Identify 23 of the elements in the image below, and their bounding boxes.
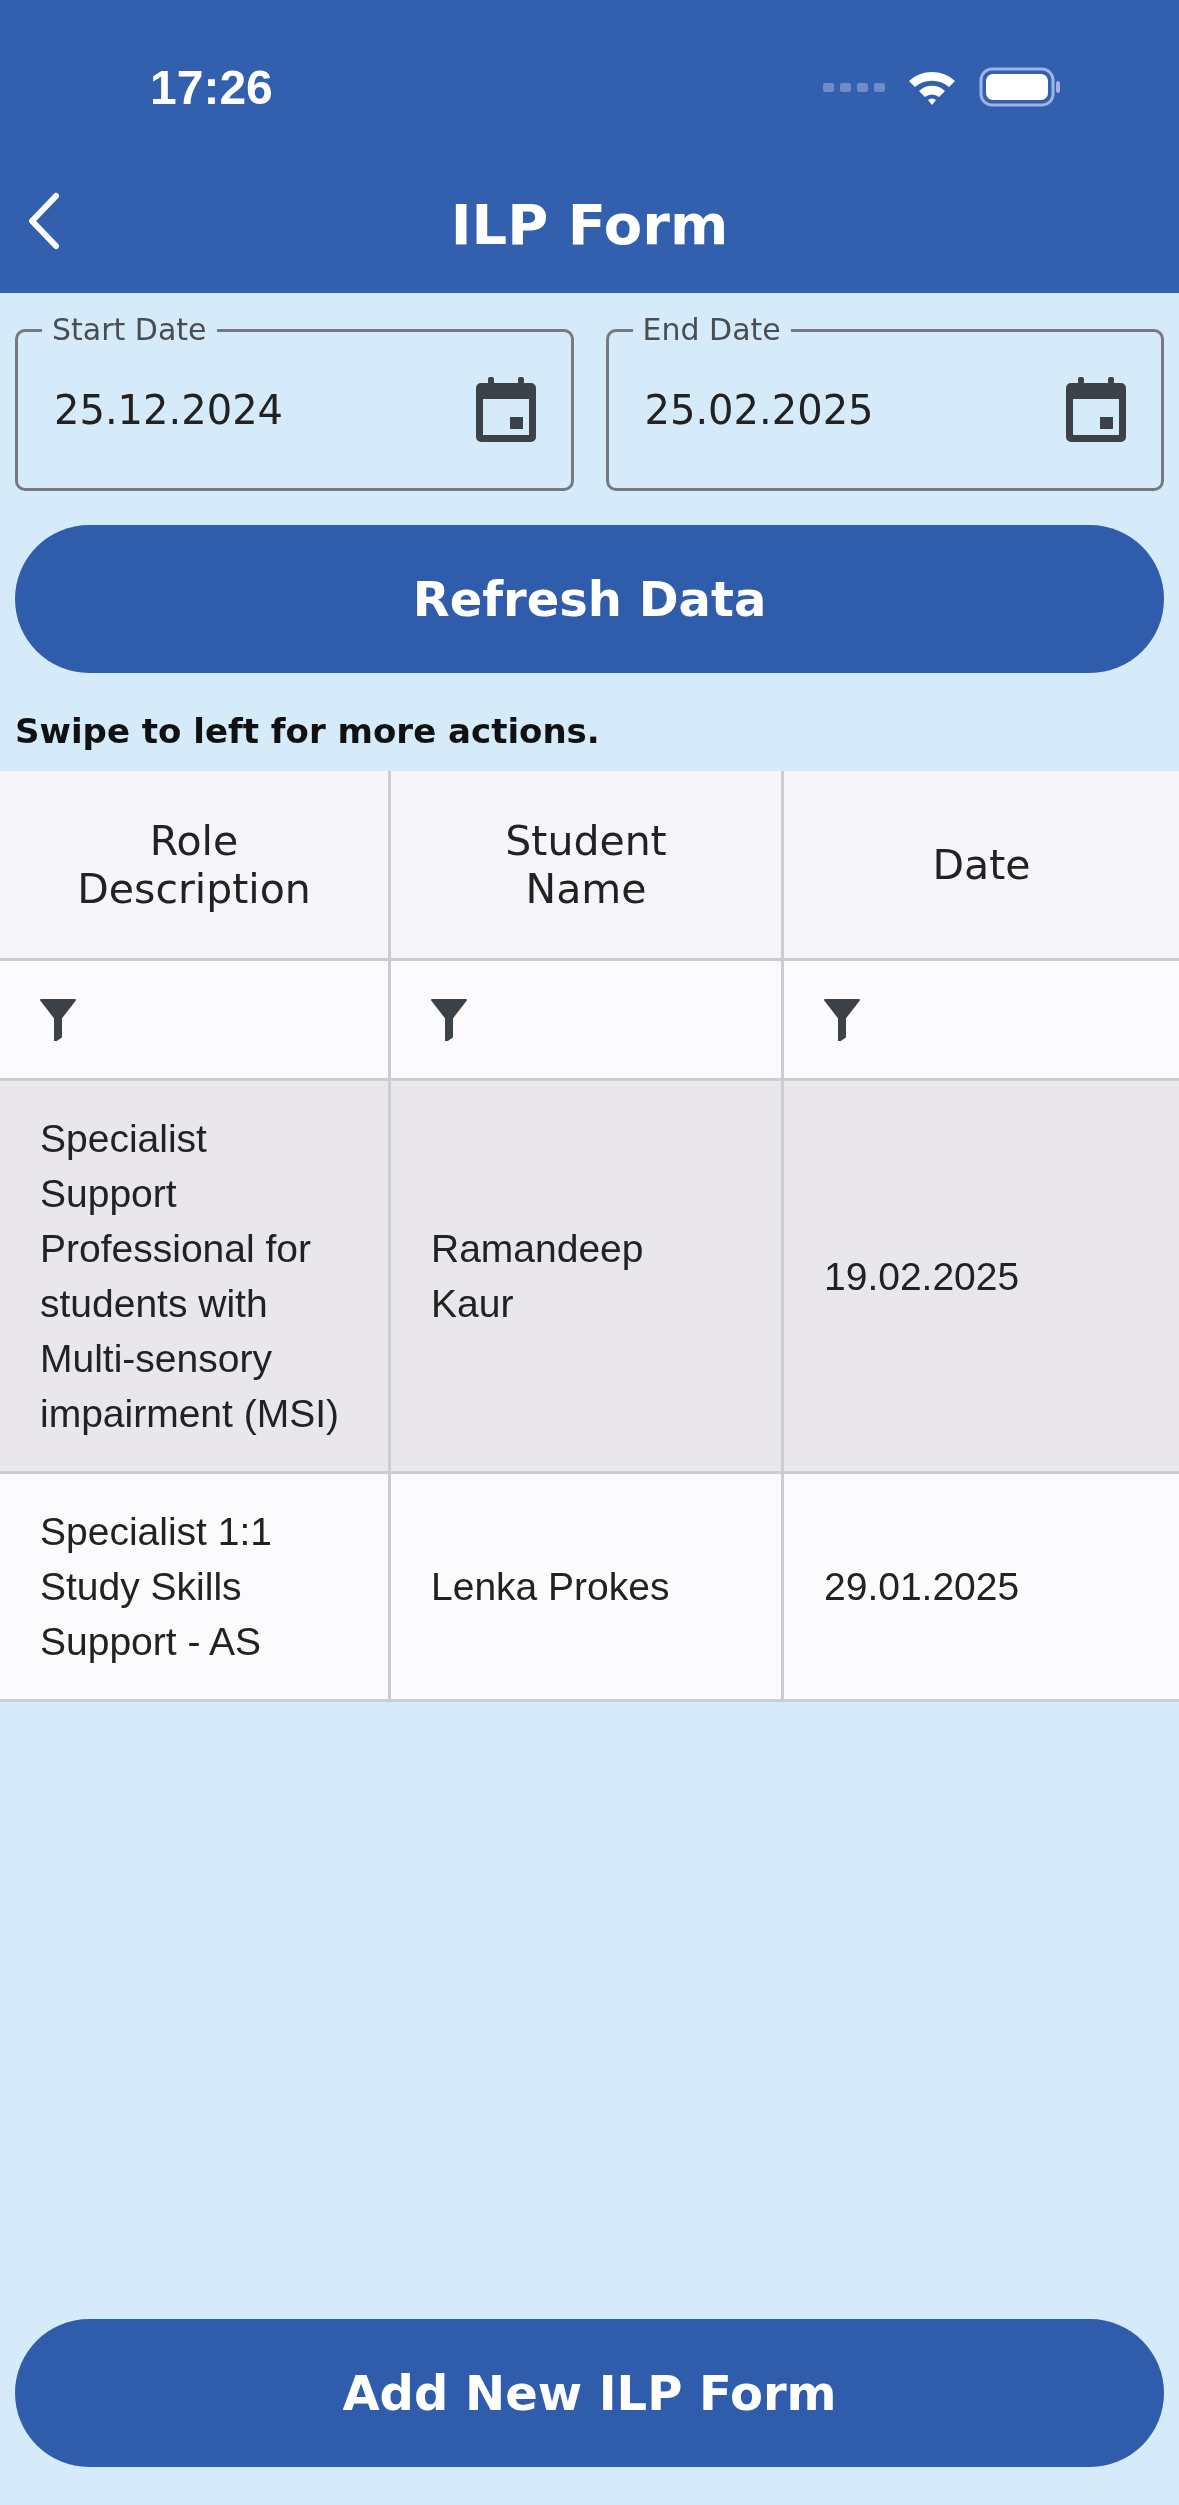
table-cell[interactable]: 19.02.2025 — [784, 1081, 1179, 1474]
back-icon[interactable] — [26, 192, 60, 250]
table-cell[interactable]: Lenka Prokes — [391, 1474, 784, 1702]
table-cell[interactable]: Specialist 1:1 Study Skills Support - AS — [0, 1474, 391, 1702]
filter-icon[interactable] — [824, 998, 860, 1041]
table-cell[interactable]: Ramandeep Kaur — [391, 1081, 784, 1474]
page-title: ILP Form — [450, 191, 729, 257]
column-header[interactable]: Role Description — [0, 771, 391, 961]
field-value: 25.12.2024 — [54, 387, 284, 433]
column-header[interactable]: Student Name — [391, 771, 784, 961]
battery-icon — [979, 67, 1061, 107]
calendar-icon[interactable] — [1065, 377, 1127, 443]
add-form-button[interactable]: Add New ILP Form — [15, 2319, 1164, 2467]
table-cell[interactable]: Specialist Support Professional for students with Multi-sensory impairment (MSI) — [0, 1081, 391, 1474]
hint-text: Swipe to left for more actions. — [14, 710, 601, 753]
field-value: 25.02.2025 — [644, 387, 874, 433]
filter-icon[interactable] — [40, 998, 76, 1041]
filter-icon[interactable] — [431, 998, 467, 1041]
calendar-icon[interactable] — [474, 377, 537, 443]
refresh-button[interactable]: Refresh Data — [15, 525, 1164, 673]
status-time: 17:26 — [150, 59, 273, 115]
signal-icon — [823, 81, 885, 93]
column-header[interactable]: Date — [784, 771, 1179, 961]
